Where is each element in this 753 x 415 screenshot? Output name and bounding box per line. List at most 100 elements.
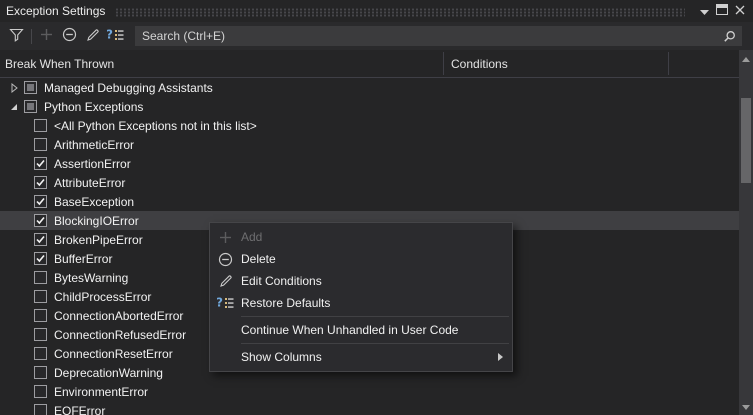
menu-separator xyxy=(241,343,509,344)
row-checkbox[interactable] xyxy=(34,119,47,132)
menu-item-add: Add xyxy=(210,226,512,248)
close-button[interactable] xyxy=(731,3,749,20)
mixed-state-square xyxy=(27,103,34,110)
menu-item-continue-when-unhandled-in-user-code[interactable]: Continue When Unhandled in User Code xyxy=(210,319,512,341)
panel-title: Exception Settings xyxy=(6,4,105,18)
row-checkbox[interactable] xyxy=(24,100,37,113)
pencil-icon xyxy=(210,274,241,288)
expander-expanded-icon[interactable] xyxy=(7,100,20,113)
row-checkbox[interactable] xyxy=(34,347,47,360)
row-checkbox[interactable] xyxy=(34,404,47,415)
menu-separator xyxy=(241,316,509,317)
column-header-conditions[interactable]: Conditions xyxy=(451,50,508,77)
exception-row[interactable]: Managed Debugging Assistants xyxy=(0,78,739,97)
search-input[interactable] xyxy=(137,29,721,43)
column-header-break-when-thrown[interactable]: Break When Thrown xyxy=(5,50,114,77)
row-label: BytesWarning xyxy=(54,271,128,285)
restore-defaults-icon: ? xyxy=(210,296,241,310)
scroll-up-arrow-icon[interactable] xyxy=(739,52,753,66)
row-checkbox[interactable] xyxy=(34,157,47,170)
search-icon[interactable] xyxy=(721,25,737,47)
row-checkbox[interactable] xyxy=(34,195,47,208)
row-checkbox[interactable] xyxy=(24,81,37,94)
row-checkbox[interactable] xyxy=(34,214,47,227)
close-icon xyxy=(735,4,745,18)
plus-icon xyxy=(210,231,241,244)
minus-circle-icon xyxy=(210,252,241,267)
plus-icon xyxy=(40,28,53,44)
titlebar-drag-grip[interactable] xyxy=(115,8,685,17)
row-checkbox[interactable] xyxy=(34,309,47,322)
menu-item-delete[interactable]: Delete xyxy=(210,248,512,270)
row-label: ConnectionResetError xyxy=(54,347,173,361)
restore-defaults-button[interactable]: ? xyxy=(104,25,127,47)
delete-button[interactable] xyxy=(58,25,81,47)
context-menu: Add Delete Edit Conditions? Restore Default… xyxy=(209,222,513,372)
filter-button[interactable] xyxy=(5,25,28,47)
row-label: EnvironmentError xyxy=(54,385,148,399)
exception-row[interactable]: BaseException xyxy=(0,192,739,211)
column-resize-handle[interactable] xyxy=(668,52,669,75)
edit-conditions-button[interactable] xyxy=(81,25,104,47)
mixed-state-square xyxy=(27,84,34,91)
float-window-button[interactable] xyxy=(713,3,731,20)
row-checkbox[interactable] xyxy=(34,138,47,151)
row-checkbox[interactable] xyxy=(34,271,47,284)
menu-item-label: Delete xyxy=(241,252,512,266)
row-label: AssertionError xyxy=(54,157,131,171)
row-checkbox[interactable] xyxy=(34,385,47,398)
row-checkbox[interactable] xyxy=(34,252,47,265)
vertical-scrollbar[interactable] xyxy=(739,50,753,415)
toolbar-separator xyxy=(31,29,32,44)
row-label: ConnectionAbortedError xyxy=(54,309,183,323)
expander-collapsed-icon[interactable] xyxy=(7,81,20,94)
menu-item-label: Continue When Unhandled in User Code xyxy=(241,323,512,337)
exception-row[interactable]: AttributeError xyxy=(0,173,739,192)
scrollbar-thumb[interactable] xyxy=(741,98,751,183)
svg-text:?: ? xyxy=(107,28,113,42)
row-checkbox[interactable] xyxy=(34,328,47,341)
row-label: DeprecationWarning xyxy=(54,366,163,380)
exception-row[interactable]: EnvironmentError xyxy=(0,382,739,401)
row-checkbox[interactable] xyxy=(34,290,47,303)
filter-icon xyxy=(9,28,24,45)
menu-item-label: Show Columns xyxy=(241,350,498,364)
window-position-button[interactable] xyxy=(695,3,713,20)
minus-circle-icon xyxy=(62,27,77,45)
row-checkbox[interactable] xyxy=(34,176,47,189)
add-button xyxy=(35,25,58,47)
row-label: ChildProcessError xyxy=(54,290,151,304)
row-label: BufferError xyxy=(54,252,112,266)
exception-row[interactable]: <All Python Exceptions not in this list> xyxy=(0,116,739,135)
row-label: ArithmeticError xyxy=(54,138,134,152)
menu-item-edit-conditions[interactable]: Edit Conditions xyxy=(210,270,512,292)
exception-row[interactable]: Python Exceptions xyxy=(0,97,739,116)
exception-settings-window: Exception Settings xyxy=(0,0,753,415)
menu-item-show-columns[interactable]: Show Columns xyxy=(210,346,512,368)
row-label: AttributeError xyxy=(54,176,125,190)
scroll-down-arrow-icon[interactable] xyxy=(739,400,753,414)
row-label: ConnectionRefusedError xyxy=(54,328,186,342)
row-checkbox[interactable] xyxy=(34,233,47,246)
row-label: <All Python Exceptions not in this list> xyxy=(54,119,257,133)
exception-row[interactable]: AssertionError xyxy=(0,154,739,173)
menu-item-label: Add xyxy=(241,230,512,244)
pencil-icon xyxy=(86,28,100,45)
row-label: BaseException xyxy=(54,195,134,209)
row-label: BlockingIOError xyxy=(54,214,139,228)
float-window-icon xyxy=(716,4,728,18)
menu-item-restore-defaults[interactable]: ? Restore Defaults xyxy=(210,292,512,314)
row-label: Managed Debugging Assistants xyxy=(44,81,213,95)
row-label: EOFError xyxy=(54,404,105,415)
row-label: BrokenPipeError xyxy=(54,233,143,247)
exception-row[interactable]: EOFError xyxy=(0,401,739,415)
row-label: Python Exceptions xyxy=(44,100,143,114)
svg-text:?: ? xyxy=(217,296,223,310)
submenu-arrow-icon xyxy=(498,353,503,361)
column-resize-handle[interactable] xyxy=(443,52,444,75)
exception-row[interactable]: ArithmeticError xyxy=(0,135,739,154)
row-checkbox[interactable] xyxy=(34,366,47,379)
menu-item-label: Edit Conditions xyxy=(241,274,512,288)
titlebar: Exception Settings xyxy=(0,0,753,22)
menu-item-label: Restore Defaults xyxy=(241,296,512,310)
